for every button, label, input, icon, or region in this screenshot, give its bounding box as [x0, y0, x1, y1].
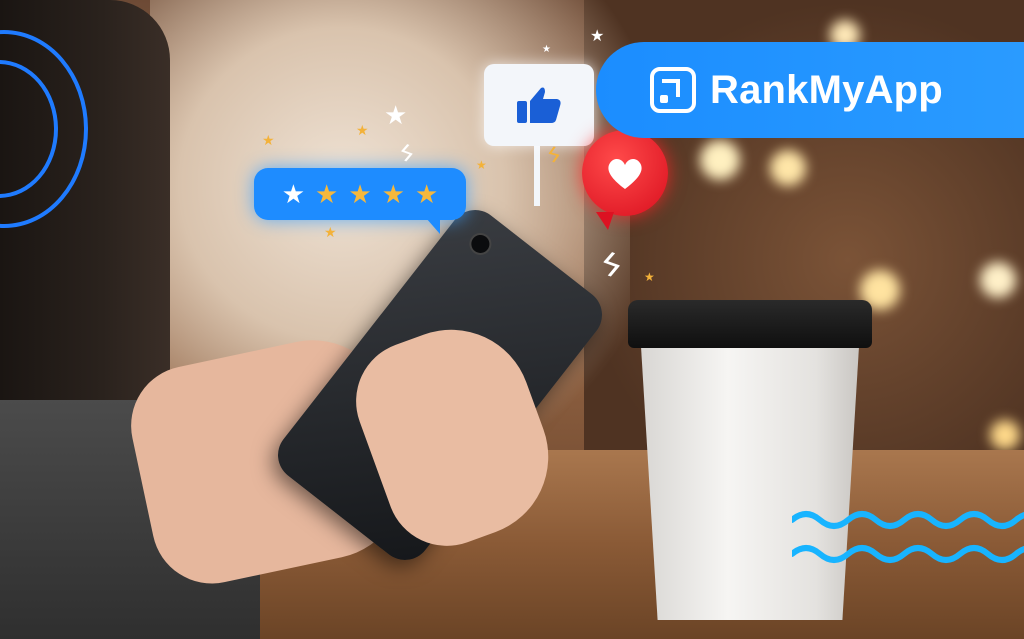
sparkle-star-icon: ★ — [262, 132, 275, 148]
bokeh-light — [700, 140, 740, 180]
bokeh-light — [980, 262, 1016, 298]
sparkle-star-icon: ★ — [356, 122, 369, 138]
star-icon: ★ — [315, 179, 339, 209]
cup-lid — [628, 300, 872, 348]
heart-icon — [608, 159, 642, 189]
sparkle-star-icon: ★ — [476, 158, 487, 172]
rankmyapp-logo-icon — [650, 67, 696, 113]
like-bubble — [484, 64, 594, 146]
brand-name: RankMyApp — [710, 67, 943, 112]
love-bubble — [582, 130, 668, 230]
star-icon: ★ — [381, 179, 405, 209]
photo-scene: ★ ★ ★ ★ ★ ★ ★ ★ ★ ★ ★ ★ ★ ϟ ϟ ϟ RankMyApp — [0, 0, 1024, 639]
thumbs-up-icon — [517, 87, 561, 123]
bokeh-light — [770, 150, 806, 186]
like-bubble-stem — [534, 146, 540, 206]
bokeh-light — [990, 420, 1020, 450]
star-icon: ★ — [348, 179, 372, 209]
star-icon: ★ — [414, 179, 439, 209]
wave-decoration — [792, 511, 1024, 563]
sparkle-star-icon: ★ — [324, 224, 337, 240]
star-icon: ★ — [281, 179, 306, 209]
sparkle-star-icon: ★ — [590, 28, 605, 45]
sparkle-star-icon: ★ — [542, 44, 551, 55]
brand-banner: RankMyApp — [596, 42, 1024, 138]
sparkle-star-icon: ★ — [384, 100, 408, 130]
star-rating-bubble: ★ ★ ★ ★ ★ — [254, 168, 466, 234]
sparkle-star-icon: ★ — [644, 270, 655, 284]
camera-lens — [464, 228, 496, 260]
